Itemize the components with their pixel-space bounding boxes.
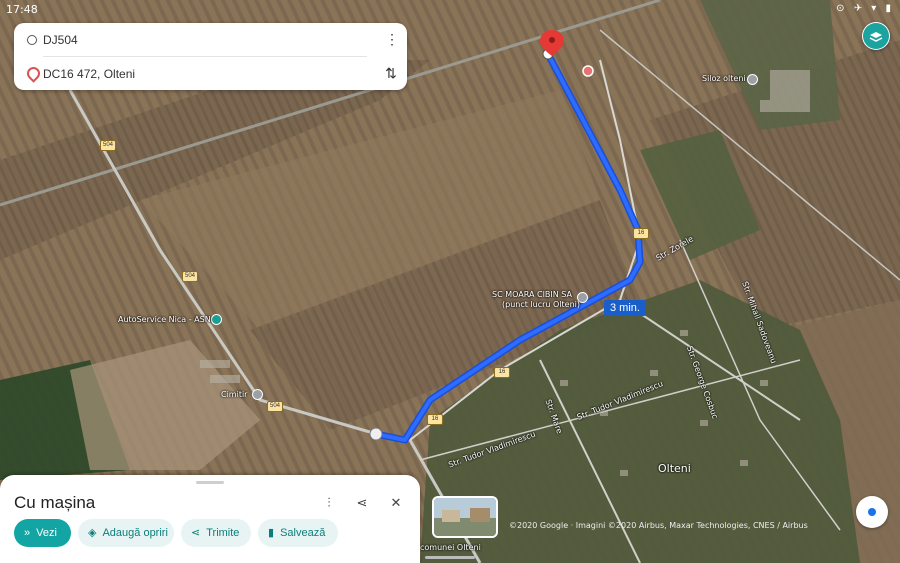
label-moara-line1: SC MOARA CIBIN SA xyxy=(492,290,573,299)
layers-button[interactable] xyxy=(862,22,890,50)
send-button[interactable]: ⋖ Trimite xyxy=(181,519,251,547)
label-olteni: Olteni xyxy=(658,462,691,475)
road-shield-504-a: 504 xyxy=(100,140,116,151)
destination-marker-icon xyxy=(24,64,43,83)
poi-autoservice-icon[interactable] xyxy=(211,314,222,325)
road-shield-16-b: 16 xyxy=(494,367,510,378)
route-eta-badge[interactable]: 3 min. xyxy=(604,300,646,316)
my-location-button[interactable] xyxy=(856,496,888,528)
route-options-icon[interactable]: ⫶ xyxy=(320,494,338,512)
layers-icon xyxy=(863,23,889,49)
navigation-arrow-icon: » xyxy=(24,527,31,539)
close-icon[interactable]: ✕ xyxy=(387,494,405,512)
label-siloz: Siloz olteni xyxy=(702,74,746,83)
status-time: 17:48 xyxy=(6,3,38,16)
location-dot-icon xyxy=(868,508,876,516)
road-shield-504-c: 504 xyxy=(267,401,283,412)
label-moara-line2: (punct lucru Olteni) xyxy=(502,300,581,309)
directions-sheet: Cu mașina ⫶ ⋖ ✕ » Vezi ◈ Adaugă opriri ⋖ Tr… xyxy=(0,475,420,563)
route-start-marker xyxy=(369,427,383,441)
more-options-icon[interactable]: ⋮ xyxy=(385,31,399,47)
origin-field[interactable]: DJ504 xyxy=(14,23,407,56)
origin-text: DJ504 xyxy=(43,33,78,47)
add-stops-button[interactable]: ◈ Adaugă opriri xyxy=(78,519,174,547)
add-stop-icon: ◈ xyxy=(88,527,97,539)
destination-field[interactable]: DC16 472, Olteni xyxy=(14,57,407,90)
street-view-image xyxy=(434,498,496,536)
origin-circle-icon xyxy=(27,35,37,45)
poi-cimitir-icon[interactable] xyxy=(252,389,263,400)
poi-siloz-icon[interactable] xyxy=(747,74,758,85)
status-bar: 17:48 ⊙ ✈ ▾ ▮ xyxy=(0,0,900,18)
map-attribution: ©2020 Google · Imagini ©2020 Airbus, Max… xyxy=(509,521,808,530)
gesture-bar xyxy=(425,556,475,559)
vezi-button[interactable]: » Vezi xyxy=(14,519,71,547)
bookmark-icon: ▮ xyxy=(268,527,275,539)
sheet-title: Cu mașina xyxy=(14,493,96,512)
swap-directions-icon[interactable]: ⇅ xyxy=(383,64,399,82)
street-view-thumbnail[interactable] xyxy=(432,496,498,538)
label-autoservice: AutoService Nica - ASN xyxy=(118,315,211,324)
label-comunei: comunei Olteni xyxy=(420,543,481,552)
road-shield-16-a: 16 xyxy=(633,228,649,239)
destination-text: DC16 472, Olteni xyxy=(43,67,136,81)
road-shield-504-b: 504 xyxy=(182,271,198,282)
sheet-drag-handle[interactable] xyxy=(196,481,224,484)
road-shield-16-c: 16 xyxy=(427,414,443,425)
save-button[interactable]: ▮ Salvează xyxy=(258,519,338,547)
label-cimitir: Cimitir xyxy=(221,390,248,399)
status-icons: ⊙ ✈ ▾ ▮ xyxy=(836,3,894,14)
send-icon: ⋖ xyxy=(191,527,201,539)
route-card: DJ504 DC16 472, Olteni ⋮ ⇅ xyxy=(14,23,407,90)
share-icon[interactable]: ⋖ xyxy=(353,494,371,512)
